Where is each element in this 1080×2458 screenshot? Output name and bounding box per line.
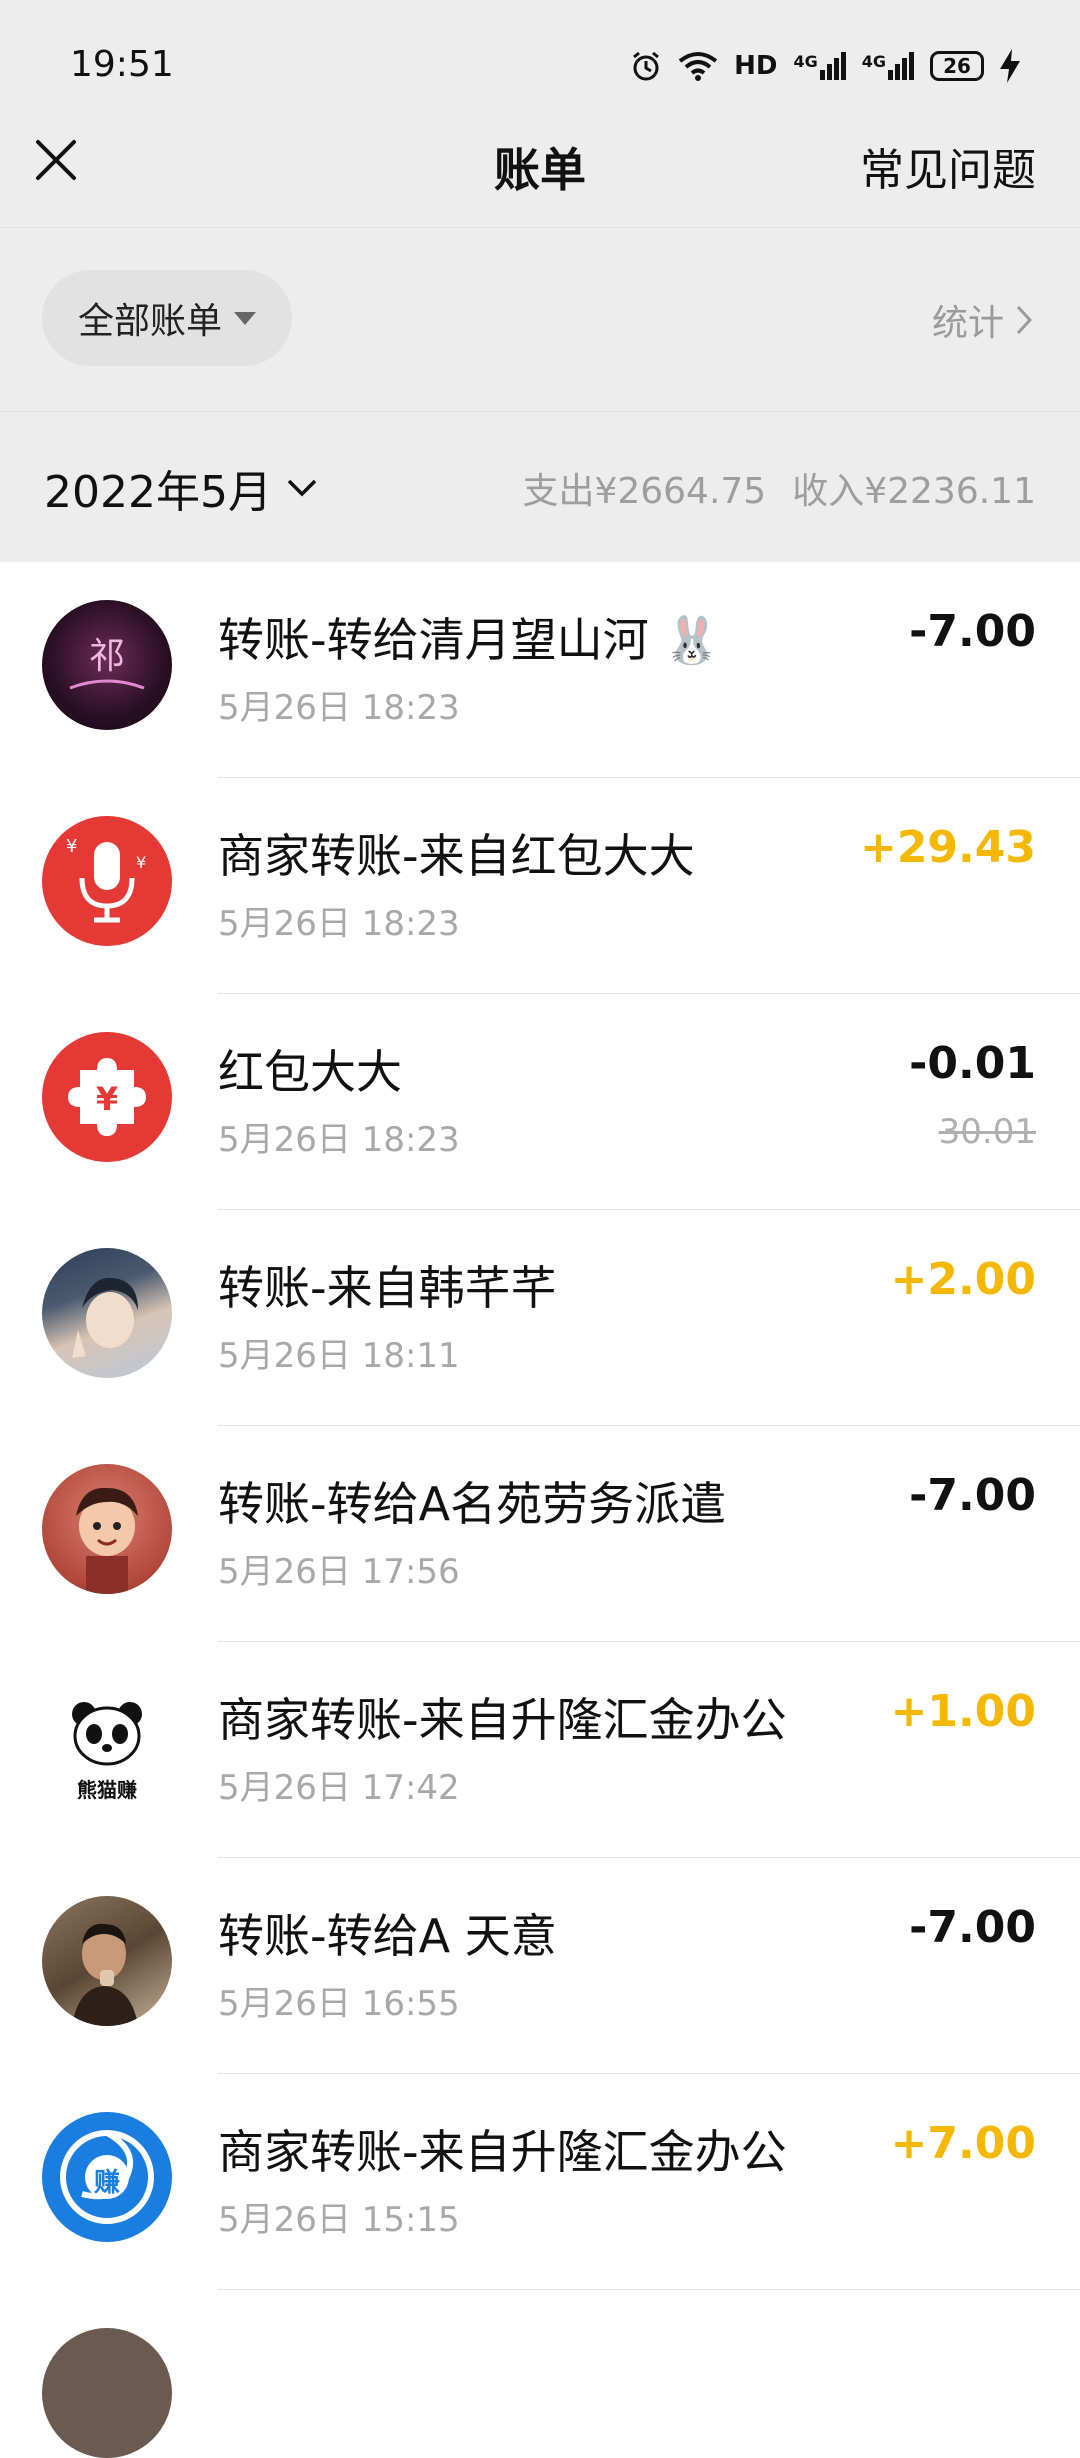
partial-avatar: [42, 2328, 172, 2458]
chevron-right-icon: [1016, 305, 1033, 335]
transaction-title: 转账-转给清月望山河 🐰: [218, 613, 721, 667]
month-selector[interactable]: 2022年5月: [44, 456, 318, 520]
transaction-time: 5月26日 18:23: [218, 1120, 460, 1160]
transaction-title: 商家转账-来自升隆汇金办公: [218, 1693, 787, 1747]
filter-row: 全部账单 统计: [0, 228, 1080, 412]
svg-text:¥: ¥: [66, 836, 77, 857]
transaction-amount: -0.01: [909, 1038, 1036, 1089]
status-time: 19:51: [70, 44, 174, 85]
transaction-title: 转账-来自韩芊芊: [218, 1261, 557, 1315]
signal-icon-1: 4G: [793, 52, 846, 80]
status-icons: HD 4G 4G 26: [630, 44, 1020, 88]
partial-transaction-item[interactable]: [0, 2290, 1080, 2458]
transaction-list: 祁 转账-转给清月望山河 🐰 5月26日 18:23 -7.00 ¥ ¥ 商家转…: [0, 562, 1080, 2458]
transaction-time: 5月26日 17:56: [218, 1552, 460, 1592]
transaction-item[interactable]: 转账-转给A 天意 5月26日 16:55 -7.00: [0, 1858, 1080, 2074]
transaction-amount: +1.00: [890, 1686, 1036, 1737]
red-puzzle-avatar: ¥: [42, 1032, 172, 1162]
transaction-time: 5月26日 15:15: [218, 2200, 460, 2240]
stats-label: 统计: [931, 303, 1004, 344]
transaction-time: 5月26日 17:42: [218, 1768, 460, 1808]
chevron-down-icon: [287, 479, 317, 497]
transaction-amount: +7.00: [890, 2118, 1036, 2169]
blue-swirl-avatar: 赚: [42, 2112, 172, 2242]
battery-icon: 26: [930, 51, 984, 81]
month-label: 2022年5月: [44, 467, 272, 518]
alarm-icon: [633, 51, 660, 81]
transaction-title: 商家转账-来自红包大大: [218, 829, 695, 883]
transaction-time: 5月26日 18:11: [218, 1336, 460, 1376]
transaction-amount: +29.43: [859, 822, 1036, 873]
all-bills-filter[interactable]: 全部账单: [42, 270, 292, 366]
transaction-original-amount: 30.01: [938, 1112, 1036, 1152]
faq-link[interactable]: 常见问题: [860, 134, 1036, 198]
transaction-item[interactable]: ¥ ¥ 商家转账-来自红包大大 5月26日 18:23 +29.43: [0, 778, 1080, 994]
transaction-amount: +2.00: [890, 1254, 1036, 1305]
battery-level: 26: [943, 54, 971, 78]
transaction-item[interactable]: 转账-来自韩芊芊 5月26日 18:11 +2.00: [0, 1210, 1080, 1426]
all-bills-label: 全部账单: [77, 301, 222, 342]
red-microphone-avatar: ¥ ¥: [42, 816, 172, 946]
month-summary: 支出¥2664.75 收入¥2236.11: [522, 462, 1036, 514]
transaction-time: 5月26日 18:23: [218, 688, 460, 728]
transaction-amount: -7.00: [909, 1902, 1036, 1953]
dark-purple-avatar: 祁: [42, 600, 172, 730]
blue-avatar-label: 赚: [93, 2168, 120, 2198]
income-summary: 收入¥2236.11: [792, 471, 1036, 512]
stats-link[interactable]: 统计: [932, 294, 1034, 346]
panda-avatar-label: 熊猫赚: [77, 1778, 137, 1802]
man-photo-avatar: [42, 1896, 172, 2026]
caret-down-icon: [234, 311, 256, 325]
charging-icon: [1000, 49, 1020, 83]
transaction-title: 商家转账-来自升隆汇金办公: [218, 2125, 787, 2179]
svg-text:祁: 祁: [89, 636, 125, 677]
transaction-title: 转账-转给A名苑劳务派遣: [218, 1477, 727, 1531]
cartoon-avatar: [42, 1464, 172, 1594]
person-photo-avatar: [42, 1248, 172, 1378]
wifi-icon: [678, 52, 718, 81]
panda-avatar: 熊猫赚: [42, 1680, 172, 1810]
title-bar: 账单 常见问题: [0, 100, 1080, 228]
transaction-item[interactable]: ¥ 红包大大 5月26日 18:23 -0.01 30.01: [0, 994, 1080, 1210]
transaction-item[interactable]: 转账-转给A名苑劳务派遣 5月26日 17:56 -7.00: [0, 1426, 1080, 1642]
signal2-label: 4G: [861, 52, 886, 71]
transaction-item[interactable]: 祁 转账-转给清月望山河 🐰 5月26日 18:23 -7.00: [0, 562, 1080, 778]
network-label: HD: [734, 51, 778, 81]
transaction-time: 5月26日 18:23: [218, 904, 460, 944]
signal1-label: 4G: [793, 52, 818, 71]
transaction-amount: -7.00: [909, 1470, 1036, 1521]
month-row: 2022年5月 支出¥2664.75 收入¥2236.11: [0, 412, 1080, 562]
transaction-amount: -7.00: [909, 606, 1036, 657]
svg-text:¥: ¥: [96, 1080, 118, 1118]
transaction-item[interactable]: 熊猫赚 商家转账-来自升隆汇金办公 5月26日 17:42 +1.00: [0, 1642, 1080, 1858]
transaction-title: 转账-转给A 天意: [218, 1909, 557, 1963]
svg-text:¥: ¥: [136, 853, 146, 872]
transaction-time: 5月26日 16:55: [218, 1984, 460, 2024]
transaction-title: 红包大大: [218, 1045, 402, 1099]
signal-icon-2: 4G: [862, 52, 914, 80]
transaction-item[interactable]: 赚 商家转账-来自升隆汇金办公 5月26日 15:15 +7.00: [0, 2074, 1080, 2290]
expense-summary: 支出¥2664.75: [522, 471, 767, 512]
